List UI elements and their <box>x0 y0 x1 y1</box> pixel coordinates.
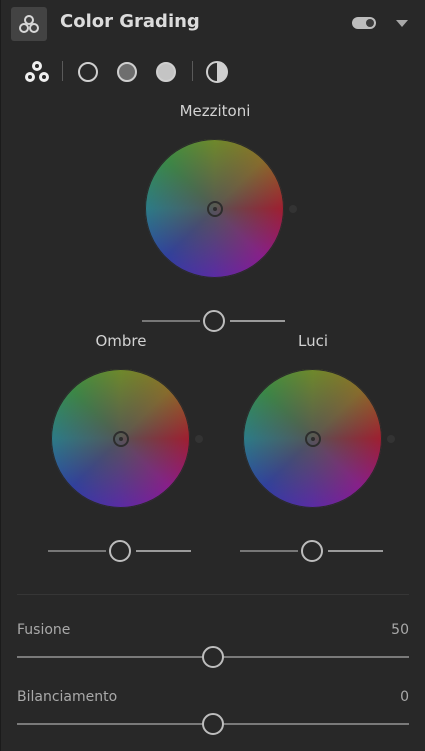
midtones-luminance-thumb[interactable] <box>203 310 225 332</box>
panel-enable-toggle[interactable] <box>352 17 376 29</box>
shadows-label: Ombre <box>95 332 147 350</box>
highlights-color-wheel[interactable] <box>243 369 382 508</box>
mode-divider <box>62 61 63 81</box>
midtones-color-wheel[interactable] <box>145 139 284 278</box>
balance-label: Bilanciamento <box>17 689 118 705</box>
panel-header[interactable]: Color Grading <box>1 0 425 48</box>
blending-value[interactable]: 50 <box>349 622 409 638</box>
shadows-color-wheel[interactable] <box>51 369 190 508</box>
shadows-luminance-slider[interactable] <box>48 540 191 562</box>
highlights-wheel-edge-handle[interactable] <box>387 435 395 443</box>
midtones-label: Mezzitoni <box>179 102 251 120</box>
midtones-wheel-edge-handle[interactable] <box>289 205 297 213</box>
section-divider <box>17 594 409 595</box>
chevron-down-icon[interactable] <box>396 20 408 27</box>
half-circle-icon[interactable] <box>203 58 231 86</box>
color-grading-panel: Color Grading Mezzitoni Ombre Luci Fusio… <box>0 0 425 751</box>
three-circles-icon[interactable] <box>23 58 51 86</box>
balance-slider[interactable] <box>17 712 409 736</box>
highlights-wheel-handle[interactable] <box>304 430 321 447</box>
blending-slider[interactable] <box>17 645 409 669</box>
midtones-wheel-handle[interactable] <box>206 200 223 217</box>
shadows-wheel-handle[interactable] <box>112 430 129 447</box>
balance-thumb[interactable] <box>202 713 224 735</box>
shadows-wheel-edge-handle[interactable] <box>195 435 203 443</box>
color-grading-icon[interactable] <box>11 7 47 41</box>
blending-thumb[interactable] <box>202 646 224 668</box>
midtones-luminance-slider[interactable] <box>142 310 285 332</box>
dark-circle-icon[interactable] <box>74 58 102 86</box>
mode-selector <box>1 58 425 88</box>
blending-label: Fusione <box>17 622 71 638</box>
gray-circle-icon[interactable] <box>113 58 141 86</box>
light-circle-icon[interactable] <box>152 58 180 86</box>
highlights-luminance-slider[interactable] <box>240 540 383 562</box>
shadows-luminance-thumb[interactable] <box>109 540 131 562</box>
highlights-luminance-thumb[interactable] <box>301 540 323 562</box>
highlights-label: Luci <box>297 332 329 350</box>
panel-title: Color Grading <box>60 11 200 32</box>
balance-value[interactable]: 0 <box>349 689 409 705</box>
mode-divider <box>192 61 193 81</box>
